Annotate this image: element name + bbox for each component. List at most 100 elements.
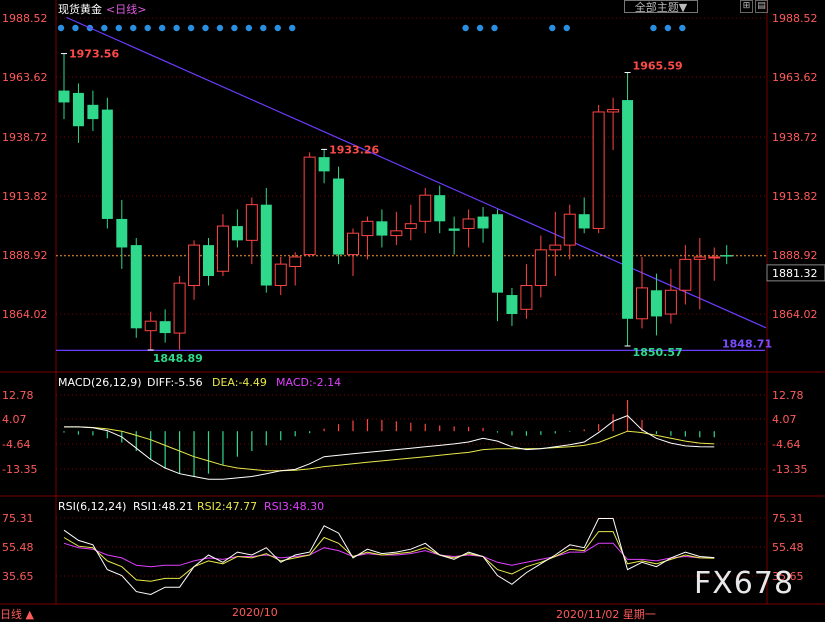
candle-body-up <box>289 256 302 267</box>
theme-select-button[interactable]: 全部主题▼ <box>624 0 698 14</box>
axis-labels: 1988.52 1988.52 1963.62 1963.62 1938.72 1938.… <box>2 12 825 583</box>
price-tick-right: 1864.02 <box>772 308 818 321</box>
macd-tick-right: -4.64 <box>772 438 800 451</box>
grid-layer <box>0 0 825 605</box>
signal-dot <box>202 24 209 32</box>
price-tick-left: 1913.82 <box>2 190 48 203</box>
candle-body-up <box>245 204 258 241</box>
macd-tick-left: 4.07 <box>2 413 27 426</box>
candle-body-down <box>203 245 214 277</box>
watermark: FX678 <box>694 566 795 601</box>
candle-body-up <box>534 249 547 287</box>
rsi-legend-rsi1: RSI1:48.21 <box>133 500 194 513</box>
candle-body-up <box>664 289 677 315</box>
date-axis-label-2: 2020/11/02 星期一 <box>556 608 656 621</box>
candle-body-down <box>477 216 489 229</box>
signal-dot <box>650 24 657 32</box>
instrument-title: 现货黄金 <box>58 3 102 16</box>
candle-body-down <box>622 100 634 319</box>
macd-dea-line <box>64 426 715 472</box>
annotation-high1: 1973.56 <box>69 48 119 61</box>
macd-diff-line <box>64 415 715 480</box>
candle-body-down <box>650 290 662 317</box>
layout-icon[interactable]: ⊞ <box>740 0 753 13</box>
signal-dot <box>130 24 137 32</box>
rsi-panel <box>63 518 715 596</box>
macd-tick-left: 12.78 <box>2 389 34 402</box>
signal-dot <box>158 24 166 32</box>
signal-dot <box>274 24 281 32</box>
price-tick-left: 1963.62 <box>2 71 48 84</box>
candle-body-up <box>462 218 475 229</box>
signal-dot <box>72 24 79 32</box>
period-label[interactable]: <日线> <box>106 1 146 17</box>
rsi-tick-left: 75.31 <box>2 512 34 525</box>
candle-body-down <box>448 228 460 231</box>
rsi2-line <box>63 531 715 582</box>
rsi-legend-rsi3: RSI3:48.30 <box>264 500 325 513</box>
price-tick-right: 1913.82 <box>772 190 818 203</box>
candle-body-up <box>216 225 229 272</box>
price-tick-right: 1988.52 <box>772 12 818 25</box>
annotation-mid-high: 1933.26 <box>329 143 379 156</box>
signal-dot <box>101 24 108 32</box>
candle-body-up <box>549 244 562 251</box>
rsi-tick-right: 75.31 <box>772 512 804 525</box>
chart-canvas: 1988.52 1988.52 1963.62 1963.62 1938.72 1938.… <box>0 0 825 605</box>
signal-dot <box>679 24 686 32</box>
candle-body-up <box>607 109 620 113</box>
candle-body-up <box>404 223 417 229</box>
candle-body-down <box>130 245 142 329</box>
candle-body-up <box>679 258 692 291</box>
date-axis-label-1: 2020/10 <box>232 606 278 619</box>
candle-body-up <box>693 256 706 260</box>
signal-dot <box>187 24 195 32</box>
signal-dot <box>491 24 498 32</box>
signal-dot <box>115 24 123 32</box>
signal-dot <box>144 24 151 32</box>
signal-dot <box>231 24 238 32</box>
candle-body-down <box>376 221 388 236</box>
macd-tick-right: -13.35 <box>772 463 807 476</box>
candle-body-down <box>58 90 70 103</box>
macd-tick-right: 12.78 <box>772 389 804 402</box>
macd-tick-left: -13.35 <box>2 463 37 476</box>
period-switch-button[interactable]: 日线 ▲ <box>0 606 34 622</box>
signal-dot <box>289 24 296 32</box>
last-price-value: 1881.32 <box>772 267 818 280</box>
candle-body-up <box>592 111 605 229</box>
annotation-low2: 1850.57 <box>633 346 683 359</box>
candle-body-up <box>347 232 359 256</box>
settings-icon[interactable]: ▤ <box>755 0 768 13</box>
price-tick-right: 1888.92 <box>772 249 818 262</box>
price-tick-left: 1864.02 <box>2 308 48 321</box>
price-tick-right: 1963.62 <box>772 71 818 84</box>
price-tick-left: 1988.52 <box>2 12 48 25</box>
signal-dot <box>57 24 65 32</box>
rsi1-line <box>63 518 715 596</box>
candle-body-up <box>188 244 201 287</box>
candle-body-up <box>303 156 316 256</box>
signal-dot <box>173 24 180 32</box>
annotation-low1: 1848.89 <box>153 352 203 365</box>
candle-body-up <box>390 230 403 237</box>
annotation-high2: 1965.59 <box>633 60 683 73</box>
rsi3-line <box>63 542 715 568</box>
candle-body-down <box>87 104 99 120</box>
candle-body-down <box>506 295 518 315</box>
candle-body-down <box>318 157 330 172</box>
macd-legend-name: MACD(26,12,9) <box>58 376 142 389</box>
candle-body-up <box>144 320 157 332</box>
signal-dot <box>260 24 267 32</box>
candle-body-up <box>419 194 432 222</box>
macd-tick-left: -4.64 <box>2 438 30 451</box>
signal-dot <box>563 24 570 32</box>
candle-body-down <box>434 195 446 222</box>
price-tick-left: 1888.92 <box>2 249 48 262</box>
candle-body-up <box>361 220 374 237</box>
candle-body-up <box>173 282 186 334</box>
signal-dot <box>245 24 253 32</box>
price-tick-left: 1938.72 <box>2 131 48 144</box>
candle-body-up <box>520 285 533 310</box>
macd-tick-right: 4.07 <box>772 413 797 426</box>
